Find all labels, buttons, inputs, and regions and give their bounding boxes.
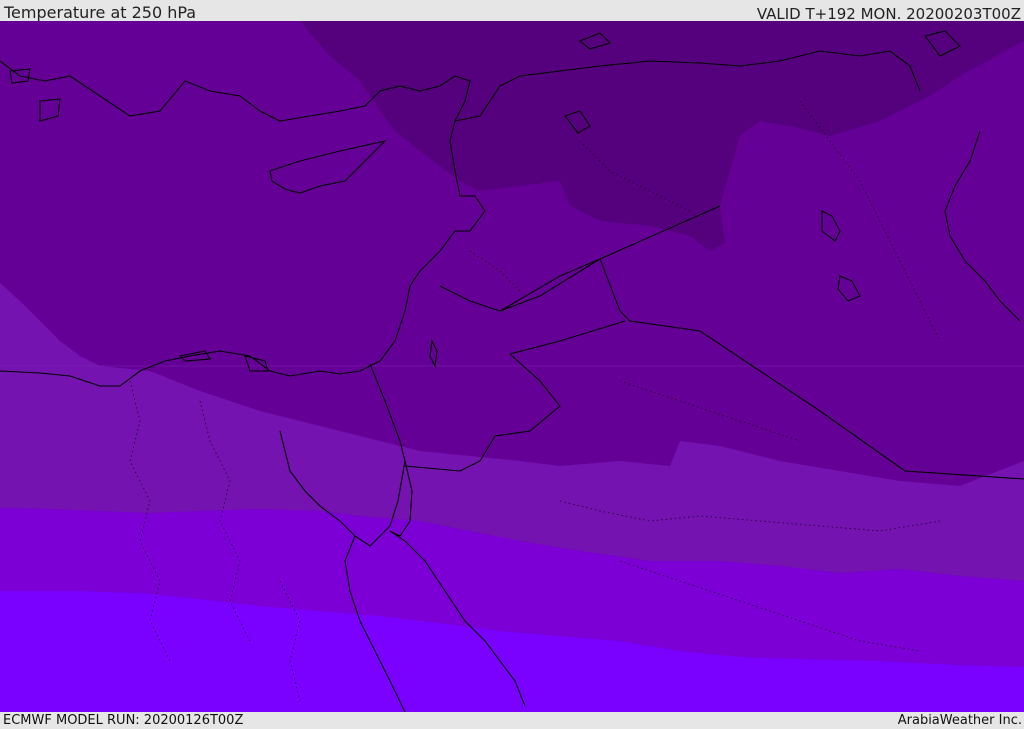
map-canvas <box>0 21 1024 712</box>
map-title: Temperature at 250 hPa <box>4 3 197 22</box>
brand-label: ArabiaWeather Inc. <box>897 713 1022 728</box>
footer-bar: ECMWF MODEL RUN: 20200126T00Z ArabiaWeat… <box>0 712 1024 729</box>
model-run-label: ECMWF MODEL RUN: 20200126T00Z <box>3 713 244 728</box>
weather-map[interactable] <box>0 21 1024 712</box>
header-bar: Temperature at 250 hPa VALID T+192 MON. … <box>0 0 1024 23</box>
